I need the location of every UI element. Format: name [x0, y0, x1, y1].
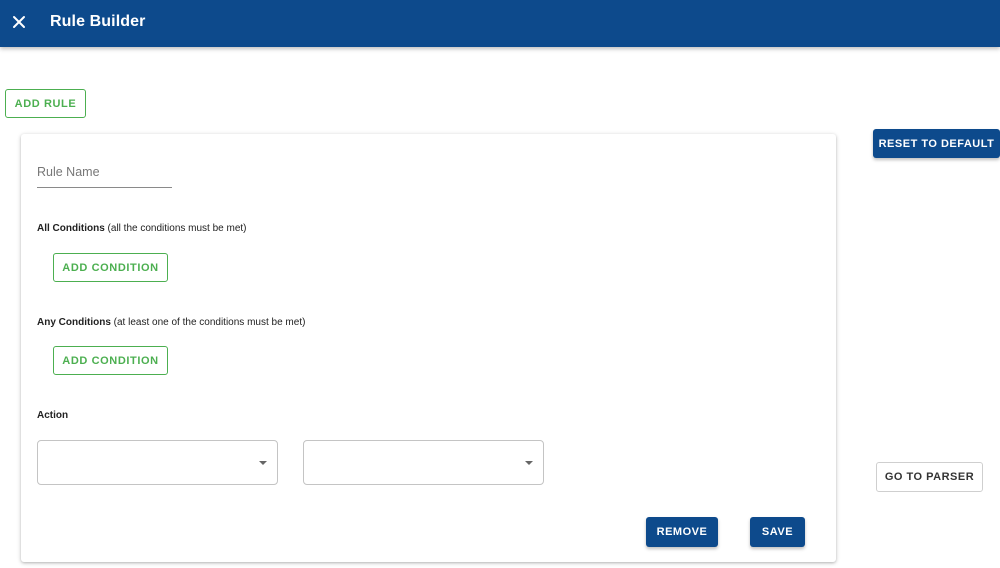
any-conditions-label: Any Conditions (at least one of the cond…	[37, 317, 305, 328]
action-select-2[interactable]	[303, 440, 544, 485]
action-select-1[interactable]	[37, 440, 278, 485]
all-conditions-hint: (all the conditions must be met)	[104, 223, 247, 234]
close-icon[interactable]	[8, 11, 30, 33]
add-all-condition-button[interactable]: ADD CONDITION	[53, 253, 168, 282]
add-any-condition-button[interactable]: ADD CONDITION	[53, 346, 168, 375]
save-button[interactable]: SAVE	[750, 517, 805, 547]
action-title: Action	[37, 410, 69, 421]
go-to-parser-button[interactable]: GO TO PARSER	[876, 462, 983, 492]
action-label: Action	[37, 410, 68, 421]
app-bar: Rule Builder	[0, 0, 1000, 47]
all-conditions-title: All Conditions	[37, 223, 105, 234]
reset-to-default-button[interactable]: RESET TO DEFAULT	[873, 129, 1000, 158]
page-title: Rule Builder	[50, 13, 146, 30]
any-conditions-hint: (at least one of the conditions must be …	[110, 317, 306, 328]
remove-button[interactable]: REMOVE	[646, 517, 718, 547]
all-conditions-label: All Conditions (all the conditions must …	[37, 223, 247, 234]
any-conditions-title: Any Conditions	[37, 317, 111, 328]
add-rule-button[interactable]: ADD RULE	[5, 89, 86, 118]
dropdown-arrow-icon	[525, 461, 533, 465]
rule-card: All Conditions (all the conditions must …	[21, 134, 836, 562]
rule-name-input[interactable]	[37, 161, 172, 188]
dropdown-arrow-icon	[259, 461, 267, 465]
